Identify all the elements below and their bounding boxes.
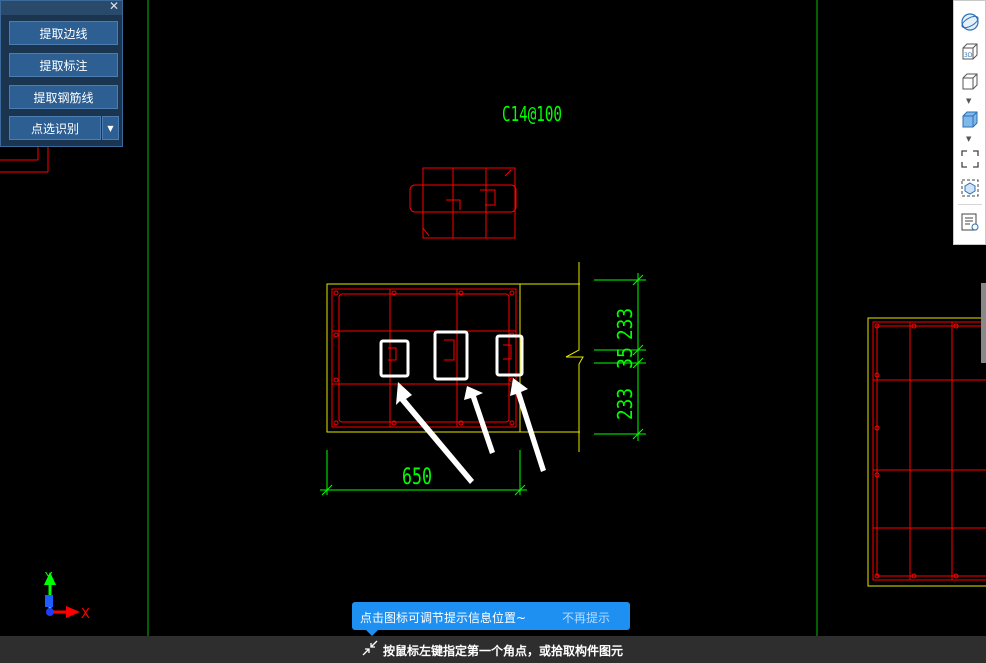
close-icon[interactable]: ✕ [109, 0, 119, 13]
component-icon[interactable] [959, 177, 981, 199]
column-rebar-right[interactable] [872, 321, 986, 581]
side-panel-tab[interactable] [981, 283, 986, 363]
point-select-identify-button[interactable]: 点选识别 [9, 116, 101, 140]
svg-text:3D: 3D [964, 52, 973, 59]
dim-bottom-label: 233 [613, 388, 637, 420]
partial-column-topleft [0, 147, 49, 173]
highlight-boxes [379, 330, 524, 381]
extract-annotation-button[interactable]: 提取标注 [9, 53, 118, 77]
caret-down-icon[interactable]: ▼ [966, 97, 971, 105]
axis-lines [147, 0, 818, 636]
dim-width-label: 650 [402, 465, 432, 490]
extraction-panel: ✕ 提取边线 提取标注 提取钢筋线 点选识别 ▼ [0, 0, 123, 147]
column-rebar[interactable] [331, 288, 517, 428]
box-view-icon[interactable] [959, 71, 981, 93]
extract-rebar-line-button[interactable]: 提取钢筋线 [9, 85, 118, 109]
solid-box-icon[interactable] [959, 109, 981, 131]
highlight-box-1 [379, 339, 410, 378]
arrow-3 [510, 378, 546, 472]
chevron-down-icon[interactable]: ▼ [102, 116, 119, 140]
dim-mid-label: 35 [613, 347, 637, 369]
stirrup-detail[interactable] [409, 167, 517, 239]
axis-x-label: X [81, 607, 90, 622]
hint-tooltip[interactable]: 点击图标可调节提示信息位置~ 不再提示 [352, 602, 630, 636]
column-outline [326, 262, 584, 452]
rebar-label: C14@100 [502, 102, 562, 126]
collapse-arrows-icon[interactable] [362, 640, 378, 660]
3d-view-icon[interactable]: 3D [959, 41, 981, 63]
view-toolbar: 3D ▼ ▼ [953, 0, 986, 245]
toolbar-divider [958, 204, 982, 205]
status-bar: 按鼠标左键指定第一个角点，或拾取构件图元 [0, 636, 986, 663]
properties-icon[interactable] [959, 211, 981, 233]
orbit-icon[interactable] [959, 11, 981, 33]
drawing-canvas[interactable]: C14@100 650 233 35 233 Y X [0, 0, 986, 663]
caret-down-icon[interactable]: ▼ [966, 135, 971, 143]
axis-y-label: Y [44, 570, 53, 584]
highlight-box-2 [433, 330, 469, 381]
dont-show-again-link[interactable]: 不再提示 [562, 609, 610, 626]
fit-frame-icon[interactable] [959, 148, 981, 170]
hint-message: 点击图标可调节提示信息位置~ [360, 611, 527, 625]
extract-edge-button[interactable]: 提取边线 [9, 21, 118, 45]
arrow-2 [464, 386, 495, 454]
panel-titlebar[interactable]: ✕ [1, 0, 122, 15]
command-prompt: 按鼠标左键指定第一个角点，或拾取构件图元 [383, 644, 624, 658]
dim-top-label: 233 [613, 308, 637, 340]
column-outline-right [867, 317, 986, 587]
